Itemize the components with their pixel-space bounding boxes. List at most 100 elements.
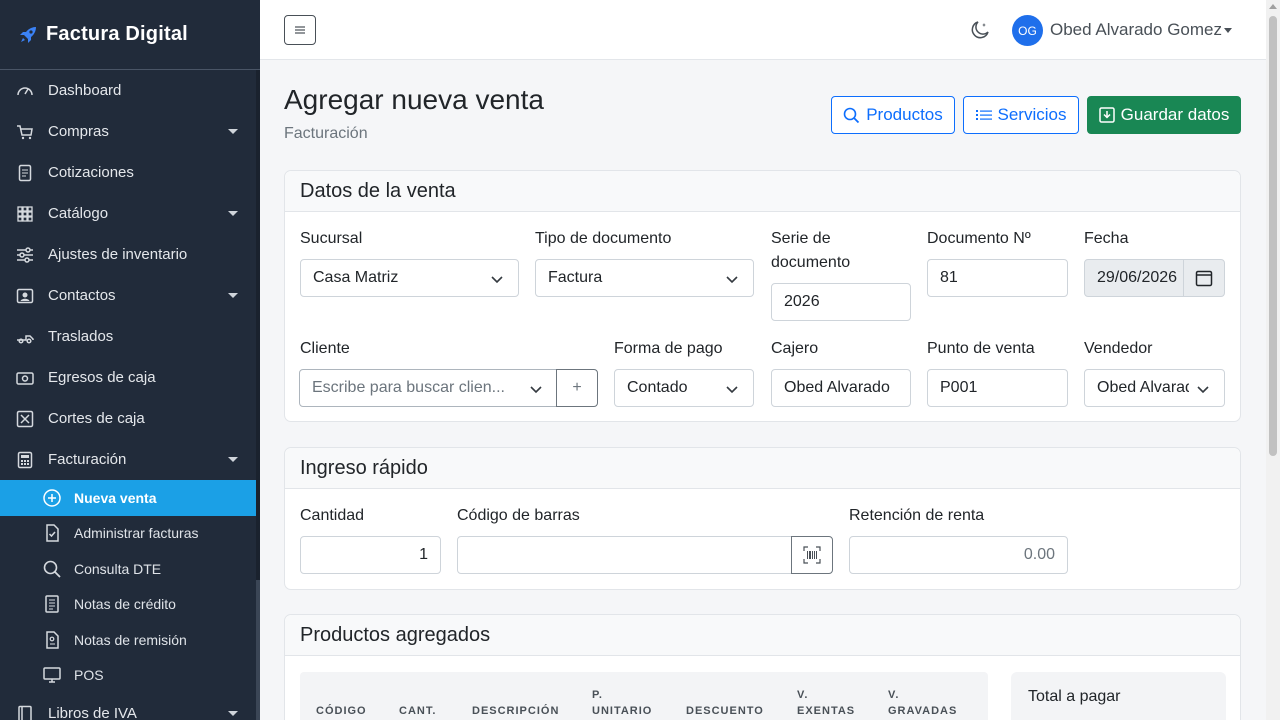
payment-select[interactable]: Contado xyxy=(614,369,754,407)
book-icon xyxy=(16,705,34,720)
retention-input[interactable]: 0.00 xyxy=(849,536,1068,574)
services-button[interactable]: Servicios xyxy=(963,96,1079,134)
sidebar-item-compras[interactable]: Compras xyxy=(0,111,256,152)
column-header-cantidad[interactable]: CANT. xyxy=(399,703,436,719)
invoice-icon xyxy=(16,451,34,469)
doc-number-label: Documento Nº xyxy=(927,230,1031,247)
barcode-scan-button[interactable] xyxy=(791,536,833,574)
rocket-icon xyxy=(20,26,36,43)
sidebar-scrollbar-thumb[interactable] xyxy=(256,580,260,720)
avatar[interactable]: OG xyxy=(1012,15,1043,46)
barcode-input[interactable] xyxy=(457,536,793,574)
sliders-icon xyxy=(16,246,34,264)
products-added-card-title: Productos agregados xyxy=(285,615,1240,656)
add-client-button[interactable]: + xyxy=(556,369,598,407)
branch-label: Sucursal xyxy=(300,230,363,247)
chevron-down-icon xyxy=(228,711,238,716)
register-icon xyxy=(16,410,34,428)
grid-icon xyxy=(16,205,34,223)
date-label: Fecha xyxy=(1084,230,1129,247)
page-scrollbar-thumb[interactable] xyxy=(1269,16,1277,456)
quick-entry-card-title: Ingreso rápido xyxy=(285,448,1240,489)
monitor-icon xyxy=(42,665,62,685)
list-icon xyxy=(975,110,992,120)
sidebar-scrollbar[interactable] xyxy=(256,70,260,720)
pos-input[interactable]: P001 xyxy=(927,369,1068,407)
document-icon xyxy=(16,164,34,182)
sale-data-card-title: Datos de la venta xyxy=(285,171,1240,212)
search-icon xyxy=(42,559,62,579)
date-input[interactable]: 29/06/2026 xyxy=(1084,259,1184,297)
sidebar-subitem-label: Consulta DTE xyxy=(74,560,162,577)
brand-title: Factura Digital xyxy=(46,23,188,45)
doc-number-input[interactable]: 81 xyxy=(927,259,1068,297)
chevron-down-icon xyxy=(491,276,503,284)
sidebar-item-egresos[interactable]: Egresos de caja xyxy=(0,357,256,398)
user-menu[interactable]: Obed Alvarado Gomez xyxy=(1050,20,1222,40)
column-header-p-unitario[interactable]: UNITARIO xyxy=(592,703,652,719)
save-button[interactable]: Guardar datos xyxy=(1087,96,1241,134)
seller-select-value: Obed Alvarado xyxy=(1097,379,1189,396)
products-button-label: Productos xyxy=(866,105,943,124)
calendar-button[interactable] xyxy=(1183,259,1225,297)
sidebar-item-libros-iva[interactable]: Libros de IVA xyxy=(0,693,256,720)
doc-type-select[interactable]: Factura xyxy=(535,259,754,297)
scroll-up-icon[interactable] xyxy=(1269,4,1277,9)
series-input-value: 2026 xyxy=(784,293,820,310)
column-header-descripcion[interactable]: DESCRIPCIÓN xyxy=(472,703,559,719)
sidebar-subitem-notas-remision[interactable]: Notas de remisión xyxy=(0,622,256,658)
seller-label: Vendedor xyxy=(1084,340,1153,357)
quantity-label: Cantidad xyxy=(300,507,365,524)
client-search-placeholder: Escribe para buscar clien... xyxy=(312,379,505,396)
quantity-input-value: 1 xyxy=(419,546,428,563)
pos-input-value: P001 xyxy=(940,379,978,396)
barcode-label: Código de barras xyxy=(457,507,580,524)
sidebar-subitem-label: Notas de remisión xyxy=(74,631,187,648)
column-header-v-gravadas[interactable]: GRAVADAS xyxy=(888,703,957,719)
seller-select[interactable]: Obed Alvarado xyxy=(1084,369,1225,407)
save-button-label: Guardar datos xyxy=(1120,105,1230,124)
sidebar-item-cortes[interactable]: Cortes de caja xyxy=(0,398,256,439)
sidebar-item-label: Facturación xyxy=(48,451,127,468)
brand[interactable]: Factura Digital xyxy=(0,0,260,70)
branch-select[interactable]: Casa Matriz xyxy=(300,259,519,297)
page-title: Agregar nueva venta xyxy=(284,84,544,115)
sidebar-item-traslados[interactable]: Traslados xyxy=(0,316,256,357)
cashier-input-value: Obed Alvarado xyxy=(784,379,890,396)
moon-stars-icon[interactable] xyxy=(970,20,990,40)
sidebar-subitem-notas-credito[interactable]: Notas de crédito xyxy=(0,587,256,623)
series-input[interactable]: 2026 xyxy=(771,283,911,321)
quantity-input[interactable]: 1 xyxy=(300,536,441,574)
sidebar-toggle-button[interactable] xyxy=(284,15,316,45)
sidebar-subitem-administrar-facturas[interactable]: Administrar facturas xyxy=(0,516,256,552)
client-search-select[interactable]: Escribe para buscar clien... xyxy=(299,369,558,407)
column-header-codigo[interactable]: CÓDIGO xyxy=(316,703,367,719)
sidebar-item-label: Libros de IVA xyxy=(48,705,137,720)
sidebar-subitem-nueva-venta[interactable]: Nueva venta xyxy=(0,480,256,516)
receipt-icon xyxy=(42,594,62,614)
cashier-input[interactable]: Obed Alvarado xyxy=(771,369,911,407)
products-button[interactable]: Productos xyxy=(831,96,955,134)
column-header-v-exentas[interactable]: EXENTAS xyxy=(797,703,855,719)
series-label-line2: documento xyxy=(771,254,851,271)
sidebar-nav: Dashboard Compras Cotizaciones Catálogo … xyxy=(0,70,256,720)
chevron-down-icon xyxy=(530,386,542,394)
truck-icon xyxy=(16,328,34,346)
sidebar-item-contactos[interactable]: Contactos xyxy=(0,275,256,316)
sidebar-subitem-pos[interactable]: POS xyxy=(0,658,256,694)
sidebar-item-dashboard[interactable]: Dashboard xyxy=(0,70,256,111)
sidebar-item-facturacion[interactable]: Facturación xyxy=(0,439,256,480)
sidebar-item-cotizaciones[interactable]: Cotizaciones xyxy=(0,152,256,193)
page-scrollbar[interactable] xyxy=(1266,0,1280,720)
retention-input-value: 0.00 xyxy=(1023,546,1055,563)
branch-select-value: Casa Matriz xyxy=(313,269,399,286)
sidebar-item-catalogo[interactable]: Catálogo xyxy=(0,193,256,234)
sidebar-item-label: Cotizaciones xyxy=(48,164,134,181)
chevron-down-icon[interactable] xyxy=(1224,28,1232,33)
sidebar-subitem-consulta-dte[interactable]: Consulta DTE xyxy=(0,551,256,587)
chevron-down-icon xyxy=(228,457,238,462)
file-check-icon xyxy=(42,523,62,543)
column-header-descuento[interactable]: DESCUENTO xyxy=(686,703,764,719)
plus-icon: + xyxy=(572,379,582,396)
sidebar-item-ajustes[interactable]: Ajustes de inventario xyxy=(0,234,256,275)
